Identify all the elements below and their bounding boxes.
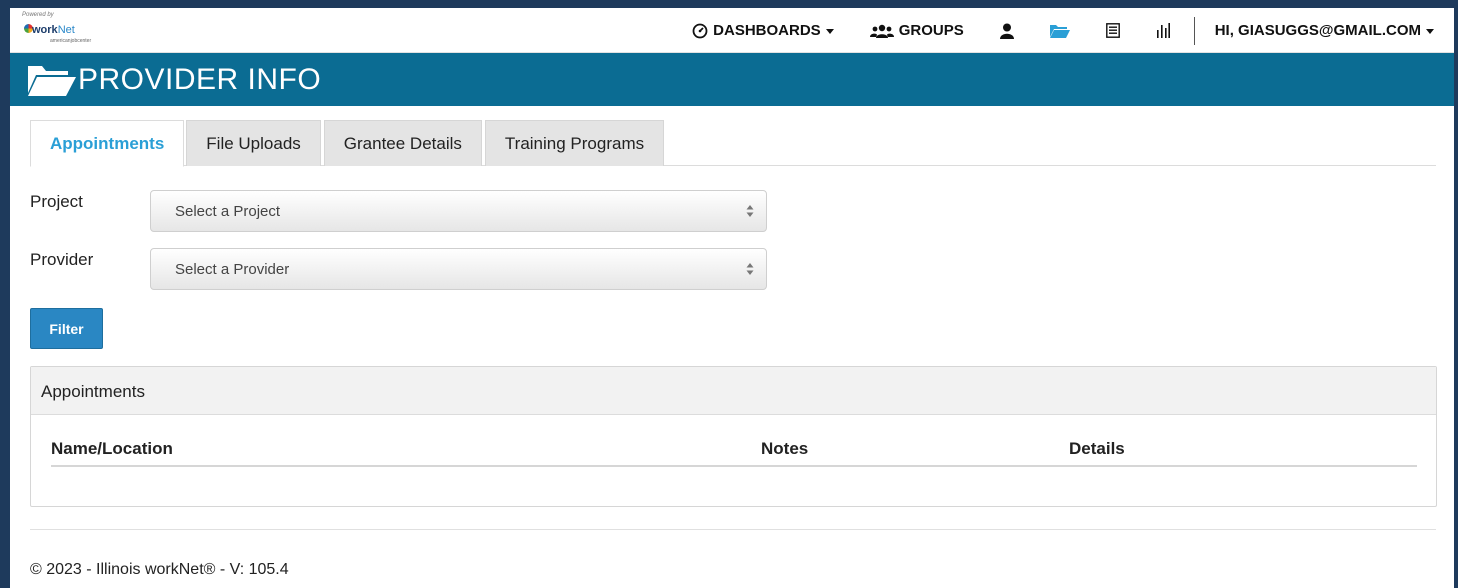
provider-select-value: Select a Provider [175, 261, 290, 278]
logo-partner-text: americanjobcenter [50, 38, 92, 44]
select-arrows-icon [746, 263, 754, 275]
list-alt-icon [1105, 23, 1120, 38]
nav-groups[interactable]: GROUPS [869, 22, 964, 39]
tab-appointments[interactable]: Appointments [30, 120, 185, 167]
logo-brand: work [32, 24, 58, 36]
folder-open-icon [28, 65, 76, 96]
provider-label: Provider [30, 250, 94, 269]
nav-groups-label: GROUPS [898, 22, 964, 39]
project-row: Project Select a Project [30, 190, 790, 232]
user-icon [999, 23, 1014, 39]
footer-copyright: © 2023 - Illinois workNet® - V: 105.4 [30, 561, 289, 578]
select-arrows-icon [746, 205, 754, 217]
nav-divider [1193, 16, 1195, 45]
column-details: Details [1069, 439, 1125, 458]
page-title: PROVIDER INFO [78, 62, 322, 96]
logo-powered-text: Powered by [22, 12, 54, 18]
tab-grantee-details[interactable]: Grantee Details [323, 120, 482, 166]
provider-select[interactable]: Select a Provider [150, 248, 767, 290]
filter-button[interactable]: Filter [30, 308, 103, 349]
column-notes: Notes [761, 439, 809, 458]
chevron-down-icon [825, 29, 834, 34]
nav-dashboards-label: DASHBOARDS [713, 22, 821, 39]
nav-list[interactable] [1105, 23, 1120, 38]
logo-brand-suffix: Net [57, 24, 75, 36]
nav-links: DASHBOARDS GROUPS HI, GIASUGGS@GMAIL.COM [692, 8, 1434, 53]
top-navigation: Powered by workNet americanjobcenter DAS… [10, 8, 1454, 53]
column-name-location: Name/Location [51, 439, 173, 458]
nav-user-label: HI, GIASUGGS@GMAIL.COM [1214, 22, 1421, 39]
footer-divider [30, 529, 1436, 530]
nav-stats[interactable] [1156, 23, 1170, 38]
nav-user-menu[interactable]: HI, GIASUGGS@GMAIL.COM [1215, 22, 1434, 39]
logo-wordmark: workNet [32, 24, 75, 36]
project-label: Project [30, 192, 83, 211]
stats-icon [1156, 23, 1170, 38]
page-header: PROVIDER INFO [10, 53, 1454, 106]
nav-dashboards[interactable]: DASHBOARDS [692, 22, 834, 39]
worknet-logo[interactable]: Powered by workNet americanjobcenter [22, 12, 132, 48]
project-select[interactable]: Select a Project [150, 190, 767, 232]
project-select-value: Select a Project [175, 203, 281, 220]
nav-profile[interactable] [999, 23, 1014, 39]
appointments-panel-heading: Appointments [31, 367, 1436, 415]
chevron-down-icon [1426, 29, 1434, 34]
folder-open-icon [1049, 25, 1070, 38]
provider-row: Provider Select a Provider [30, 248, 790, 290]
nav-provider-info[interactable] [1049, 23, 1070, 38]
groups-icon [869, 24, 894, 38]
tab-bar: Appointments File Uploads Grantee Detail… [30, 120, 1436, 167]
tab-training-programs[interactable]: Training Programs [484, 120, 665, 166]
app-frame: Powered by workNet americanjobcenter DAS… [10, 8, 1454, 588]
appointments-panel: Appointments Name/Location Notes Details [30, 366, 1437, 507]
dashboard-gauge-icon [692, 23, 708, 38]
tab-file-uploads[interactable]: File Uploads [186, 120, 321, 166]
appointments-table-header: Name/Location Notes Details [51, 415, 1417, 467]
